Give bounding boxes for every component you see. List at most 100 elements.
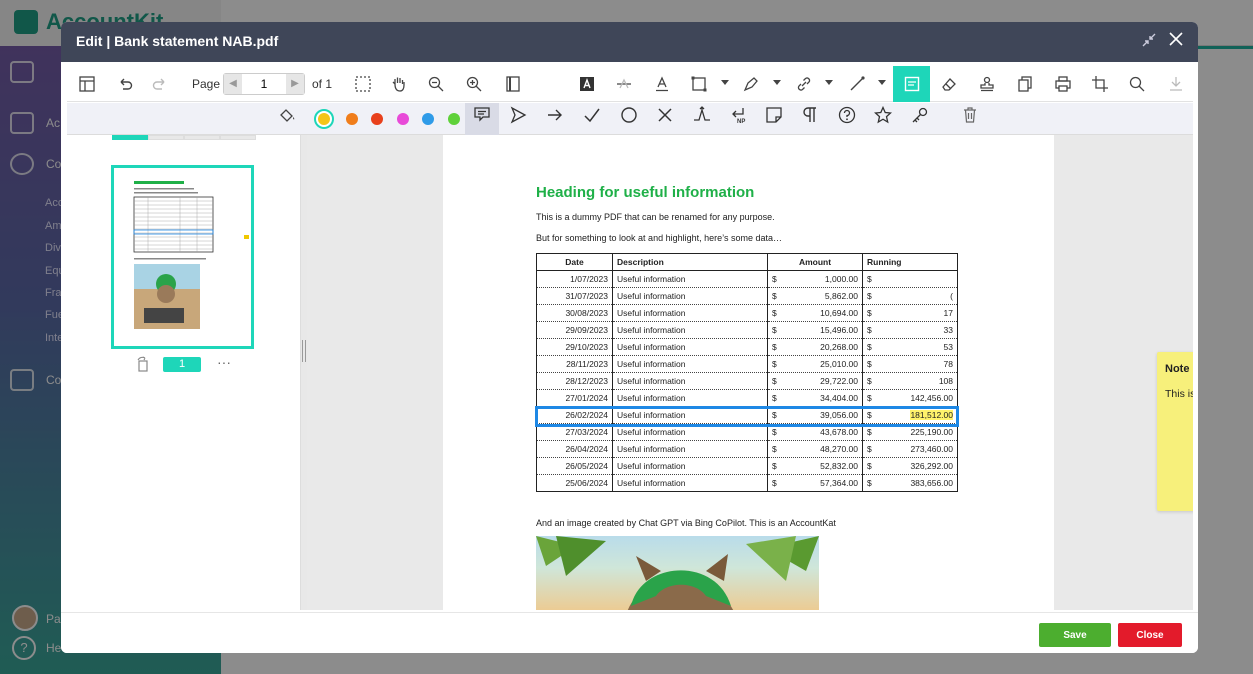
running-value: 33 — [943, 325, 953, 335]
color-red[interactable] — [371, 113, 383, 125]
cell-date: 29/10/2023 — [536, 338, 613, 356]
panel-toggle-icon[interactable] — [72, 70, 102, 98]
shape-rectangle-icon[interactable] — [684, 70, 714, 98]
dialog-footer: Save Close — [61, 612, 1198, 653]
color-green[interactable] — [448, 113, 460, 125]
cell-date: 1/07/2023 — [536, 270, 613, 288]
pdf-page[interactable]: Heading for useful information This is a… — [443, 135, 1054, 610]
chevron-down-icon[interactable] — [825, 80, 833, 85]
chevron-down-icon[interactable] — [721, 80, 729, 85]
sticky-note-popup[interactable]: Note This is a really important number!! — [1157, 352, 1193, 511]
undo-icon[interactable] — [110, 70, 140, 98]
cat-image — [536, 536, 819, 610]
currency-symbol: $ — [867, 325, 872, 335]
copy-page-icon[interactable] — [1010, 70, 1040, 98]
more-options-icon[interactable]: ··· — [217, 354, 231, 370]
cross-icon[interactable] — [650, 106, 680, 132]
page-thumbnail[interactable] — [111, 165, 254, 349]
eraser-icon[interactable] — [934, 70, 964, 98]
fill-bucket-icon[interactable] — [272, 106, 302, 132]
thumbnail-tabs — [112, 135, 256, 140]
play-arrow-icon[interactable] — [503, 106, 533, 132]
strikethrough-icon[interactable] — [609, 70, 639, 98]
pan-hand-icon[interactable] — [384, 70, 414, 98]
cell-description: Useful information — [612, 474, 768, 492]
currency-symbol: $ — [867, 291, 872, 301]
paragraph-icon[interactable] — [795, 106, 825, 132]
line-icon[interactable] — [842, 70, 872, 98]
cell-amount: $15,496.00 — [767, 321, 863, 339]
arrow-right-icon[interactable] — [540, 106, 570, 132]
running-value: 273,460.00 — [910, 444, 953, 454]
thumbnail-panel: 1 ··· — [67, 135, 301, 610]
thumbnail-tab[interactable] — [112, 135, 148, 140]
checkmark-icon[interactable] — [577, 106, 607, 132]
document-viewer[interactable]: Heading for useful information This is a… — [307, 135, 1193, 610]
insert-text-icon[interactable] — [687, 106, 717, 132]
link-icon[interactable] — [789, 70, 819, 98]
new-paragraph-icon[interactable]: NP — [723, 106, 753, 132]
color-swatch-selected[interactable] — [314, 109, 334, 129]
download-icon[interactable] — [1161, 70, 1191, 98]
table-row: 28/12/2023 Useful information $29,722.00 $1… — [536, 372, 958, 390]
key-icon[interactable] — [905, 106, 935, 132]
trash-icon[interactable] — [955, 106, 985, 132]
pen-icon[interactable] — [736, 70, 766, 98]
cell-running: $53 — [862, 338, 958, 356]
cell-date: 26/05/2024 — [536, 457, 613, 475]
splitter-grip-icon[interactable] — [302, 340, 306, 362]
color-orange[interactable] — [346, 113, 358, 125]
column-header: Date — [536, 253, 613, 271]
page-next-button[interactable]: ▶ — [286, 74, 304, 94]
cell-running: $273,460.00 — [862, 440, 958, 458]
bookmark-tab[interactable] — [148, 135, 184, 140]
column-header: Amount — [767, 253, 863, 271]
doc-heading: Heading for useful information — [536, 184, 755, 201]
color-blue[interactable] — [422, 113, 434, 125]
close-button[interactable]: Close — [1118, 623, 1182, 647]
comment-icon[interactable] — [465, 103, 499, 135]
layers-tab[interactable] — [220, 135, 256, 140]
close-icon[interactable] — [1166, 31, 1186, 51]
amount-value: 10,694.00 — [820, 308, 858, 318]
doc-paragraph: This is a dummy PDF that can be renamed … — [536, 212, 775, 222]
text-box-icon[interactable] — [572, 70, 602, 98]
redo-icon[interactable] — [145, 70, 175, 98]
currency-symbol: $ — [867, 427, 872, 437]
page-number-input[interactable] — [242, 74, 286, 94]
underline-icon[interactable] — [647, 70, 677, 98]
sticky-note-icon[interactable] — [759, 106, 789, 132]
table-header-row: Date Description Amount Running — [536, 253, 958, 271]
select-area-icon[interactable] — [348, 70, 378, 98]
star-icon[interactable] — [868, 105, 898, 132]
circle-icon[interactable] — [614, 106, 644, 132]
print-icon[interactable] — [1048, 70, 1078, 98]
currency-symbol: $ — [772, 444, 777, 454]
sticky-note-tool-icon[interactable] — [893, 66, 930, 102]
fit-page-icon[interactable] — [498, 70, 528, 98]
currency-symbol: $ — [867, 461, 872, 471]
crop-icon[interactable] — [1085, 70, 1115, 98]
cell-amount: $34,404.00 — [767, 389, 863, 407]
currency-symbol: $ — [867, 478, 872, 488]
amount-value: 15,496.00 — [820, 325, 858, 335]
chevron-down-icon[interactable] — [878, 80, 886, 85]
rotate-page-icon[interactable] — [134, 356, 152, 374]
currency-symbol: $ — [867, 342, 872, 352]
chevron-down-icon[interactable] — [773, 80, 781, 85]
row-highlight-box[interactable] — [535, 406, 959, 427]
cell-running: $78 — [862, 355, 958, 373]
page-prev-button[interactable]: ◀ — [224, 74, 242, 94]
search-icon[interactable] — [1122, 70, 1152, 98]
color-magenta[interactable] — [397, 113, 409, 125]
stamp-icon[interactable] — [972, 70, 1002, 98]
cell-description: Useful information — [612, 321, 768, 339]
save-button[interactable]: Save — [1039, 623, 1111, 647]
collapse-icon[interactable] — [1140, 32, 1158, 50]
zoom-in-icon[interactable] — [459, 70, 489, 98]
zoom-out-icon[interactable] — [421, 70, 451, 98]
help-circle-icon[interactable] — [832, 106, 862, 132]
attachment-tab[interactable] — [184, 135, 220, 140]
note-body[interactable]: This is a really important number!! — [1165, 388, 1193, 400]
annotation-toolbar: NP — [67, 103, 1193, 135]
